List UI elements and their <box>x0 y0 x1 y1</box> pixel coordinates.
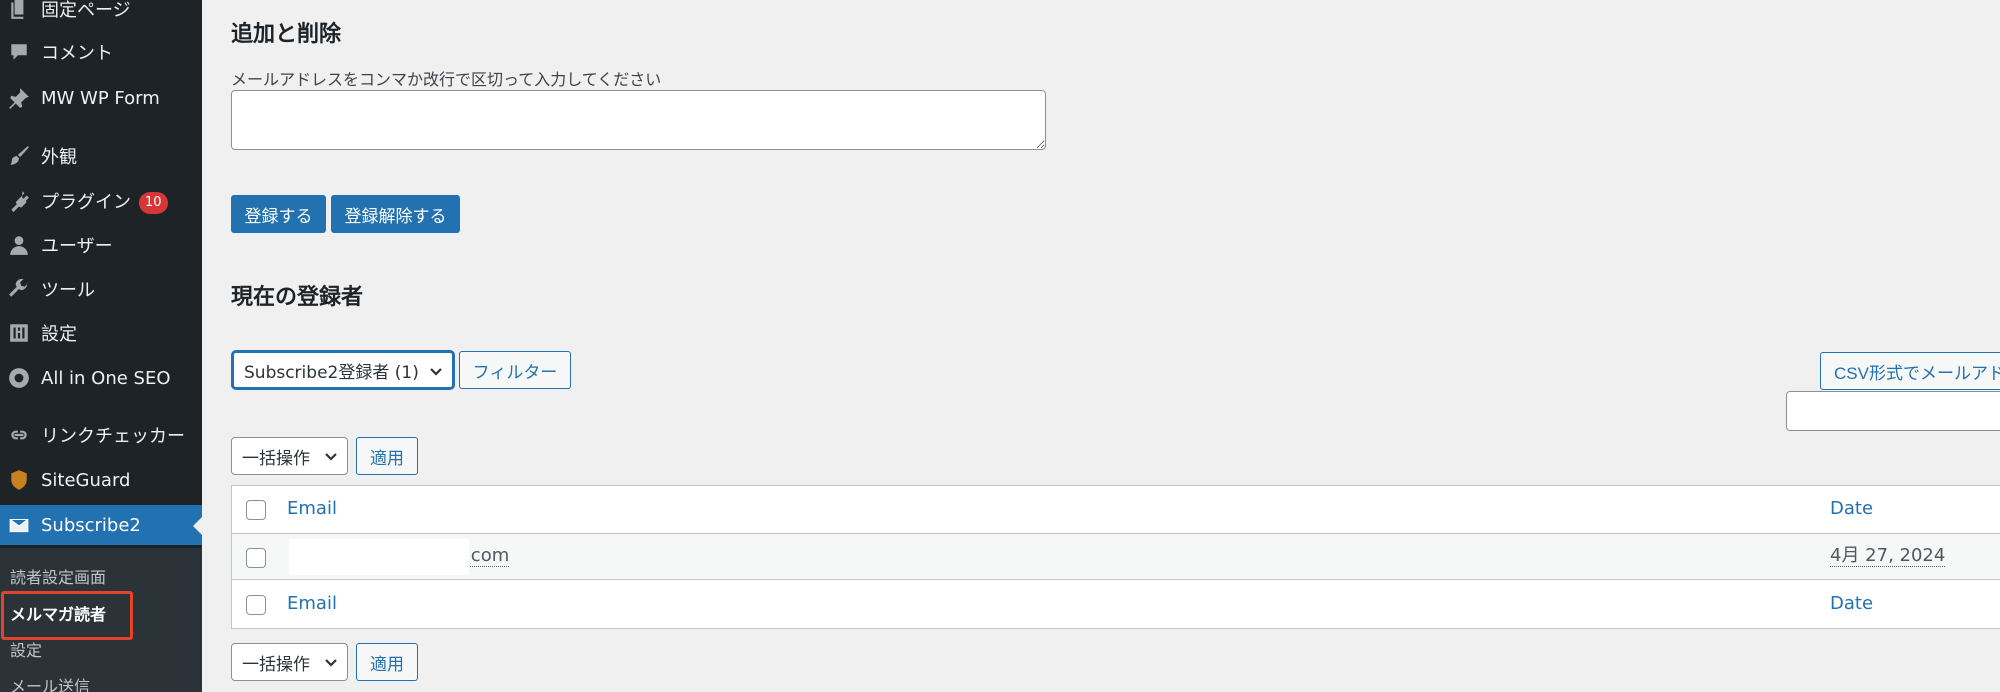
menu-item-label: プラグイン 10 <box>41 188 168 214</box>
apply-button-bottom[interactable]: 適用 <box>356 643 418 681</box>
chevron-down-icon <box>428 363 444 379</box>
link-checker-icon <box>8 424 30 446</box>
subscribers-table: Email Date e.com 4月 27, 2024 Email Date <box>231 485 2000 629</box>
table-header-row: Email Date <box>232 486 2000 533</box>
email-column-header[interactable]: Email <box>287 498 337 519</box>
menu-item-label: コメント <box>41 43 113 64</box>
menu-item-all-in-one-seo[interactable]: All in One SEO <box>0 358 202 398</box>
bulk-action-select-value: 一括操作 <box>242 448 310 469</box>
email-column-footer[interactable]: Email <box>287 593 337 614</box>
bulk-action-select-bottom[interactable]: 一括操作 <box>231 643 348 681</box>
wrench-icon <box>8 278 30 300</box>
date-column-header[interactable]: Date <box>1830 498 1873 519</box>
seo-icon <box>8 367 30 389</box>
menu-item-users[interactable]: ユーザー <box>0 225 202 265</box>
submenu-item-send-mail[interactable]: メール送信 <box>10 673 90 692</box>
menu-item-appearance[interactable]: 外観 <box>0 136 202 176</box>
date-column-footer[interactable]: Date <box>1830 593 1873 614</box>
table-row: e.com 4月 27, 2024 <box>232 533 2000 580</box>
menu-item-label: SiteGuard <box>41 469 131 491</box>
menu-item-label: 設定 <box>41 324 77 345</box>
brush-icon <box>8 145 30 167</box>
highlight-annotation <box>1 591 133 640</box>
menu-item-siteguard[interactable]: SiteGuard <box>0 460 202 500</box>
menu-item-label: リンクチェッカー <box>41 426 185 447</box>
settings-icon <box>8 322 30 344</box>
redaction-mask <box>289 539 469 575</box>
search-input[interactable] <box>1786 391 2000 431</box>
menu-item-subscribe2[interactable]: Subscribe2 <box>0 505 202 545</box>
shield-icon <box>8 469 30 491</box>
menu-item-label: 固定ページ <box>41 0 131 21</box>
emails-textarea[interactable] <box>231 90 1046 150</box>
menu-item-comments[interactable]: コメント <box>0 32 202 72</box>
submenu-item-settings[interactable]: 設定 <box>10 637 42 661</box>
csv-export-button[interactable]: CSV形式でメールアド <box>1820 352 2000 390</box>
emails-instruction: メールアドレスをコンマか改行で区切って入力してください <box>231 70 662 89</box>
subscriber-type-select[interactable]: Subscribe2登録者 (1) <box>232 351 454 389</box>
select-all-checkbox-footer[interactable] <box>246 595 266 615</box>
admin-sidebar: 固定ページ コメント MW WP Form 外観 プラグイン 10 ユーザー ツー… <box>0 0 202 692</box>
bulk-action-select-value: 一括操作 <box>242 654 310 675</box>
menu-item-label: 外観 <box>41 147 77 168</box>
menu-item-label: ユーザー <box>41 236 113 257</box>
menu-item-label: All in One SEO <box>41 367 171 389</box>
filter-button[interactable]: フィルター <box>459 351 571 389</box>
subscriber-date: 4月 27, 2024 <box>1830 545 1946 567</box>
chevron-down-icon <box>323 448 339 464</box>
menu-item-tools[interactable]: ツール <box>0 269 202 309</box>
update-count-badge: 10 <box>139 192 168 214</box>
page-icon <box>8 0 30 20</box>
menu-item-label: MW WP Form <box>41 87 160 109</box>
select-all-checkbox[interactable] <box>246 500 266 520</box>
apply-button-top[interactable]: 適用 <box>356 437 418 475</box>
pin-icon <box>8 87 30 109</box>
envelope-icon <box>8 514 30 536</box>
plugin-icon <box>8 190 30 212</box>
table-footer-row: Email Date <box>232 581 2000 628</box>
add-remove-heading: 追加と削除 <box>231 22 342 47</box>
chevron-down-icon <box>323 654 339 670</box>
menu-item-settings[interactable]: 設定 <box>0 313 202 353</box>
menu-item-pages[interactable]: 固定ページ <box>0 0 202 29</box>
current-subscribers-heading: 現在の登録者 <box>231 285 364 310</box>
user-icon <box>8 234 30 256</box>
menu-item-label: Subscribe2 <box>41 514 141 536</box>
menu-item-plugins[interactable]: プラグイン 10 <box>0 181 202 221</box>
subscribe-button[interactable]: 登録する <box>231 195 326 233</box>
menu-item-label: ツール <box>41 280 95 301</box>
subscriber-type-select-value: Subscribe2登録者 (1) <box>244 362 419 383</box>
bulk-action-select-top[interactable]: 一括操作 <box>231 437 348 475</box>
menu-item-mw-wp-form[interactable]: MW WP Form <box>0 78 202 118</box>
comment-icon <box>8 41 30 63</box>
menu-item-link-checker[interactable]: リンクチェッカー <box>0 415 202 455</box>
unsubscribe-button[interactable]: 登録解除する <box>331 195 460 233</box>
submenu-item-reader-settings[interactable]: 読者設定画面 <box>10 564 106 588</box>
row-checkbox[interactable] <box>246 548 266 568</box>
